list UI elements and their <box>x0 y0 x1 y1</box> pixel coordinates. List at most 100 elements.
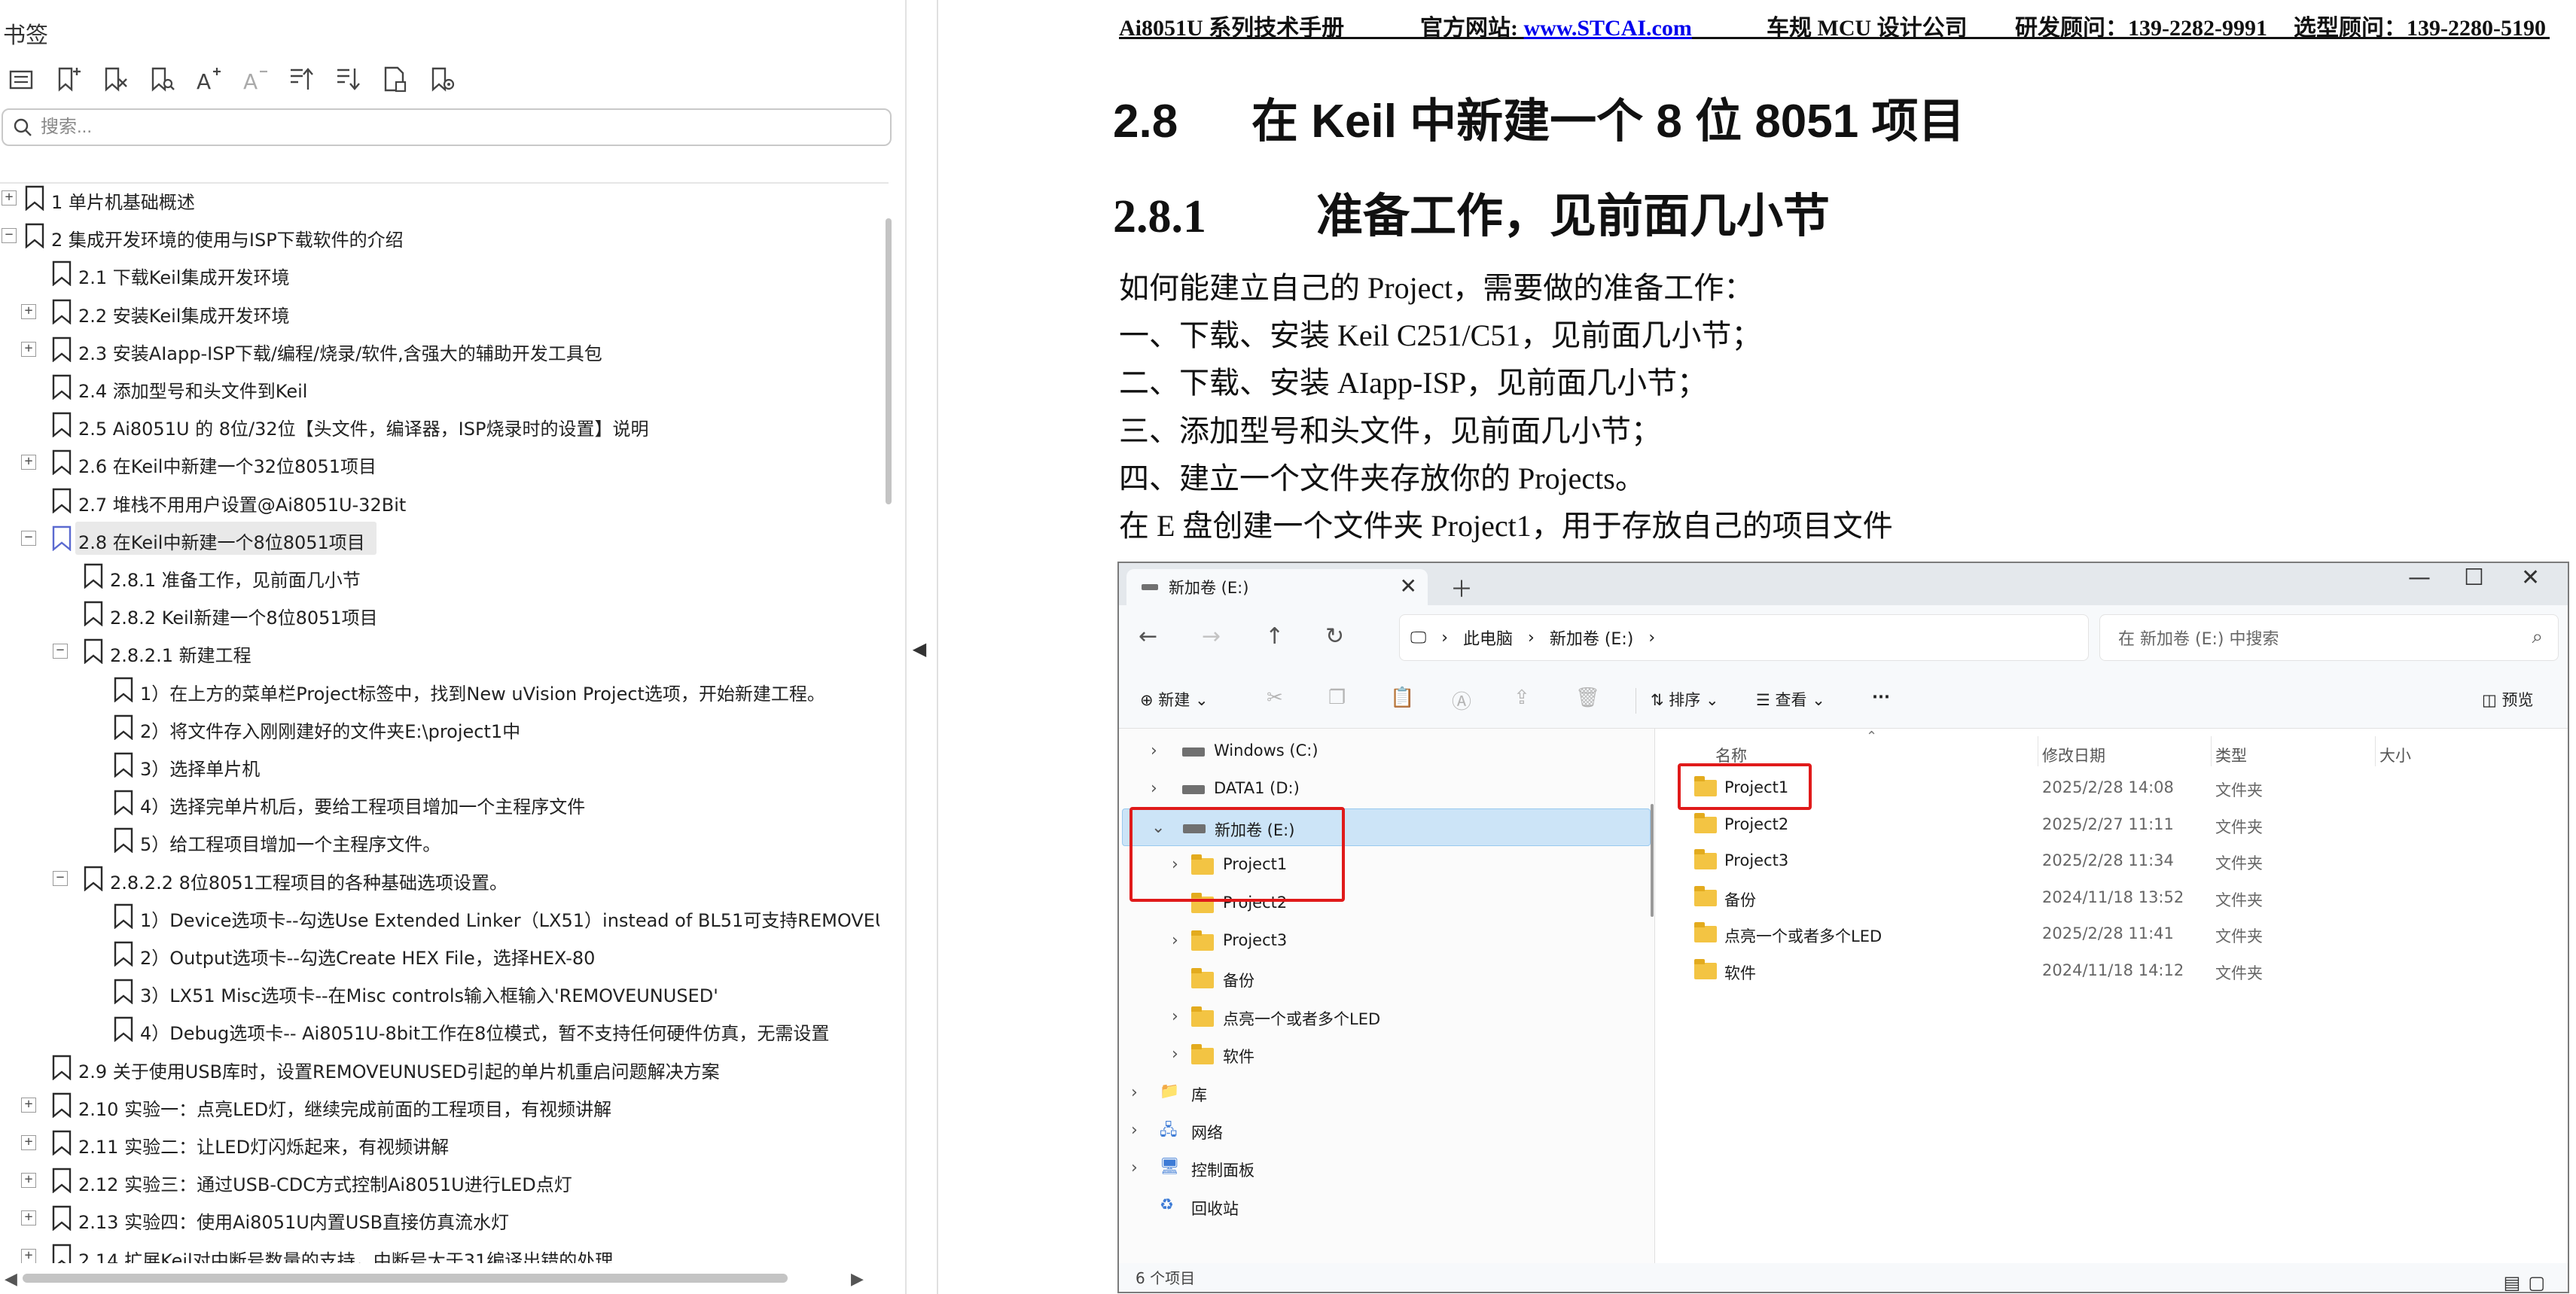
nav-item[interactable]: › 软件 <box>1119 1036 1655 1073</box>
collapse-icon[interactable]: − <box>2 228 17 244</box>
copy-icon[interactable]: ❐ <box>1328 687 1346 709</box>
forward-arrow-icon[interactable]: → <box>1202 623 1221 650</box>
file-row[interactable]: 备份 2024/11/18 13:52 文件夹 <box>1655 879 2568 915</box>
collapse-icon[interactable]: − <box>21 530 36 546</box>
explorer-search-box[interactable]: 在 新加卷 (E:) 中搜索 ⌕ <box>2099 614 2559 661</box>
bookmark-item[interactable]: 1）Device选项卡--勾选Use Extended Linker（LX51）… <box>0 897 879 935</box>
bookmark-item[interactable]: 2.7 堆栈不用用户设置@Ai8051U-32Bit <box>0 482 879 519</box>
bookmark-item[interactable]: 1）在上方的菜单栏Project标签中，找到New uVision Projec… <box>0 671 879 708</box>
bookmark-search-input[interactable] <box>41 117 794 138</box>
expand-icon[interactable]: + <box>21 1173 36 1189</box>
bookmark-item[interactable]: 2.8.1 准备工作，见前面几小节 <box>0 557 879 595</box>
chevron-right-icon[interactable]: › <box>1131 1121 1138 1140</box>
bookmark-item[interactable]: +2.6 在Keil中新建一个32位8051项目 <box>0 443 879 481</box>
chevron-right-icon[interactable]: › <box>1131 1159 1138 1177</box>
nav-item[interactable]: › Windows (C:) <box>1119 732 1655 770</box>
find-bookmark-icon[interactable] <box>142 60 181 98</box>
bookmark-item[interactable]: 3）选择单片机 <box>0 746 879 784</box>
bookmark-item[interactable]: 2.1 下载Keil集成开发环境 <box>0 254 879 292</box>
view-button[interactable]: ☰ 查看 ⌄ <box>1756 688 1825 711</box>
nav-item[interactable]: › 📁 库 <box>1119 1074 1655 1112</box>
delete-icon[interactable]: 🗑 <box>1575 687 1600 709</box>
bookmark-item[interactable]: +2.3 安装AIapp-ISP下载/编程/烧录/软件,含强大的辅助开发工具包 <box>0 330 879 368</box>
chevron-right-icon[interactable]: › <box>1172 1045 1178 1064</box>
new-button[interactable]: ⊕ 新建 ⌄ <box>1140 688 1209 711</box>
bookmark-item[interactable]: 5）给工程项目增加一个主程序文件。 <box>0 821 879 859</box>
add-bookmark-icon[interactable] <box>48 60 87 98</box>
preview-button[interactable]: ◫ 预览 <box>2482 688 2534 711</box>
more-options-button[interactable]: ··· <box>1872 688 1890 706</box>
breadcrumb[interactable]: 🖵 › 此电脑 › 新加卷 (E:) › <box>1399 614 2089 661</box>
bookmark-item[interactable]: +2.13 实验四：使用Ai8051U内置USB直接仿真流水灯 <box>0 1199 879 1237</box>
website-link[interactable]: www.STCAI.com <box>1524 16 1692 41</box>
bookmark-item[interactable]: +1 单片机基础概述 <box>0 179 879 217</box>
bookmark-search-box[interactable] <box>2 108 892 146</box>
nav-item[interactable]: 备份 <box>1119 960 1655 997</box>
column-header-date[interactable]: 修改日期 <box>2042 744 2105 766</box>
expand-icon[interactable]: + <box>21 1210 36 1226</box>
cut-icon[interactable]: ✂ <box>1267 687 1283 709</box>
chevron-right-icon[interactable]: › <box>1151 741 1157 760</box>
scroll-right-arrow-icon[interactable]: ▶ <box>851 1269 864 1289</box>
toc-list-icon[interactable] <box>2 60 41 98</box>
minimize-icon[interactable]: — <box>2408 565 2431 591</box>
file-row[interactable]: 点亮一个或者多个LED 2025/2/28 11:41 文件夹 <box>1655 915 2568 951</box>
paste-icon[interactable]: 📋 <box>1390 687 1414 709</box>
font-increase-icon[interactable]: A <box>188 60 227 98</box>
close-window-icon[interactable]: ✕ <box>2521 565 2540 591</box>
collapse-panel-icon[interactable]: ◀ <box>908 638 931 661</box>
expand-icon[interactable]: + <box>21 455 36 470</box>
new-tab-icon[interactable]: ＋ <box>1450 571 1473 604</box>
bookmark-vertical-scroll-thumb[interactable] <box>886 218 892 504</box>
maximize-icon[interactable]: ☐ <box>2464 565 2484 591</box>
up-arrow-icon[interactable]: ↑ <box>1265 623 1284 650</box>
expand-icon[interactable]: + <box>21 1248 36 1263</box>
bookmark-horizontal-scroll-thumb[interactable] <box>23 1274 788 1283</box>
expand-icon[interactable]: + <box>21 341 36 357</box>
file-row[interactable]: 软件 2024/11/18 14:12 文件夹 <box>1655 952 2568 988</box>
nav-item[interactable]: › Project3 <box>1119 922 1655 960</box>
expand-icon[interactable]: + <box>21 1135 36 1150</box>
chevron-right-icon[interactable]: › <box>1131 1083 1138 1102</box>
bookmark-item[interactable]: 2.8.2 Keil新建一个8位8051项目 <box>0 595 879 632</box>
rename-icon[interactable]: Ⓐ <box>1452 687 1471 714</box>
bookmark-properties-icon[interactable] <box>375 60 414 98</box>
column-header-size[interactable]: 大小 <box>2379 744 2411 766</box>
expand-all-icon[interactable] <box>282 60 321 98</box>
expand-icon[interactable]: + <box>21 303 36 319</box>
file-row[interactable]: Project2 2025/2/27 11:11 文件夹 <box>1655 806 2568 842</box>
bookmark-item[interactable]: +2.10 实验一：点亮LED灯，继续完成前面的工程项目，有视频讲解 <box>0 1086 879 1124</box>
bookmark-item[interactable]: − 2.8.2.1 新建工程 <box>0 632 879 670</box>
share-icon[interactable]: ⇪ <box>1514 687 1530 709</box>
scroll-left-arrow-icon[interactable]: ◀ <box>5 1269 17 1289</box>
chevron-right-icon[interactable]: › <box>1151 779 1157 798</box>
bookmark-item[interactable]: − 2.8 在Keil中新建一个8位8051项目 <box>0 519 879 557</box>
bookmark-item[interactable]: +2.11 实验二：让LED灯闪烁起来，有视频讲解 <box>0 1124 879 1162</box>
bookmark-item[interactable]: 2）Output选项卡--勾选Create HEX File，选择HEX-80 <box>0 935 879 973</box>
collapse-icon[interactable]: − <box>53 870 68 886</box>
expand-icon[interactable]: + <box>21 1097 36 1113</box>
bookmark-item[interactable]: 3）LX51 Misc选项卡--在Misc controls输入框输入'REMO… <box>0 973 879 1010</box>
nav-item[interactable]: ♻ 回收站 <box>1119 1188 1655 1225</box>
breadcrumb-item[interactable]: 此电脑 <box>1463 626 1513 650</box>
close-tab-icon[interactable]: ✕ <box>1400 574 1417 598</box>
collapse-icon[interactable]: − <box>53 644 68 659</box>
bookmark-item[interactable]: 2.9 关于使用USB库时，设置REMOVEUNUSED引起的单片机重启问题解决… <box>0 1049 879 1086</box>
bookmark-item[interactable]: 4）Debug选项卡-- Ai8051U-8bit工作在8位模式，暂不支持任何硬… <box>0 1010 879 1048</box>
nav-item[interactable]: › 点亮一个或者多个LED <box>1119 998 1655 1036</box>
chevron-right-icon[interactable]: › <box>1172 931 1178 950</box>
bookmark-item[interactable]: +2.14 扩展Keil对中断号数量的支持，中断号大于31编译出错的处理 <box>0 1238 879 1263</box>
bookmark-item[interactable]: 2.4 添加型号和头文件到Keil <box>0 368 879 406</box>
nav-item[interactable]: › 🖧 网络 <box>1119 1112 1655 1149</box>
bookmark-item[interactable]: − 2 集成开发环境的使用与ISP下载软件的介绍 <box>0 217 879 254</box>
bookmark-item[interactable]: 2.5 Ai8051U 的 8位/32位【头文件，编译器，ISP烧录时的设置】说… <box>0 406 879 443</box>
explorer-tab[interactable]: 新加卷 (E:) ✕ <box>1126 569 1428 605</box>
back-arrow-icon[interactable]: ← <box>1139 623 1157 650</box>
details-view-icon[interactable]: ▤ <box>2504 1272 2529 1292</box>
bookmark-settings-icon[interactable] <box>422 60 461 98</box>
breadcrumb-item[interactable]: 新加卷 (E:) <box>1550 626 1633 650</box>
sort-button[interactable]: ⇅ 排序 ⌄ <box>1651 688 1719 711</box>
bookmark-item[interactable]: 4）选择完单片机后，要给工程项目增加一个主程序文件 <box>0 784 879 821</box>
refresh-icon[interactable]: ↻ <box>1325 623 1344 650</box>
nav-item[interactable]: › 🖥 控制面板 <box>1119 1149 1655 1187</box>
